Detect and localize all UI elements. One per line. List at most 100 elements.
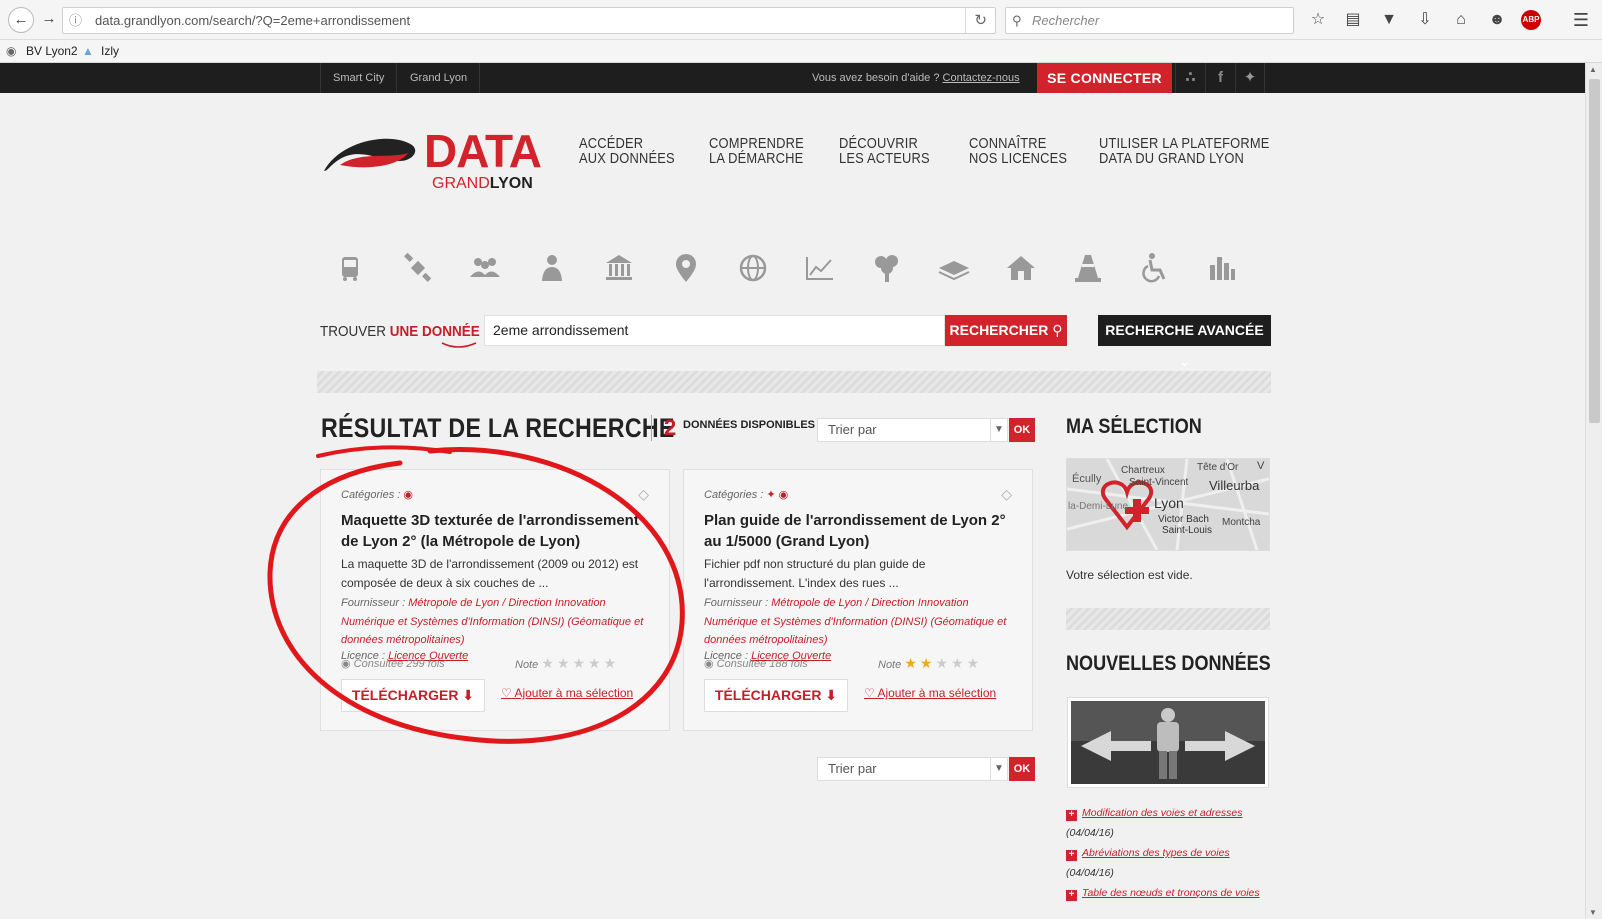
reload-icon[interactable]: ↻ [965,8,987,33]
home-icon[interactable] [1004,251,1038,285]
line-chart-icon[interactable] [803,251,837,285]
scroll-up-icon[interactable]: ▲ [1589,65,1597,74]
contact-link[interactable]: Contactez-nous [943,72,1020,84]
bus-icon[interactable] [333,251,367,285]
nav-comprendre-demarche[interactable]: COMPRENDRE LA DÉMARCHE [709,136,804,166]
scroll-thumb[interactable] [1589,79,1600,423]
menu-icon[interactable]: ☰ [1569,8,1593,32]
news-image[interactable] [1067,697,1269,788]
chevron-down-icon: ⌄ [1178,353,1191,369]
rss-icon[interactable]: ∴ [1175,63,1205,93]
rating-stars: ★★★★★ [541,655,619,671]
hatched-divider [1066,608,1270,630]
crossroads-photo [1071,701,1265,784]
map-pin-icon[interactable] [669,251,703,285]
download-button[interactable]: TÉLÉCHARGER ⬇ [704,679,848,712]
satellite-icon[interactable] [401,251,435,285]
heart-plus-icon: ♡ [501,686,512,700]
browser-toolbar: ← → ⓘ data.grandlyon.com/search/?Q=2eme+… [0,0,1602,40]
search-button[interactable]: RECHERCHER ⚲ [945,315,1067,346]
news-date: (04/04/16) [1066,827,1114,839]
bookmark-izly[interactable]: Izly [101,40,119,62]
chat-icon[interactable]: ☻ [1485,8,1509,32]
bookmark-bv-lyon2[interactable]: BV Lyon2 [26,40,78,62]
url-text: data.grandlyon.com/search/?Q=2eme+arrond… [95,13,411,28]
result-provider: Fournisseur : Métropole de Lyon / Direct… [704,597,1007,646]
chevron-down-icon: ▼ [990,758,1007,780]
browser-search-input[interactable]: ⚲ Rechercher [1005,7,1294,34]
sort-select-top[interactable]: Trier par ▼ [817,418,1008,442]
home-icon[interactable]: ⌂ [1449,8,1473,32]
result-card[interactable]: Catégories : ◉ ◇ Maquette 3D texturée de… [320,469,670,731]
accessibility-icon[interactable] [1138,251,1172,285]
back-arrow-icon[interactable]: ← [8,7,34,33]
result-card[interactable]: Catégories : ✦ ◉ ◇ Plan guide de l'arron… [683,469,1033,731]
nav-utiliser-plateforme[interactable]: UTILISER LA PLATEFORME DATA DU GRAND LYON [1099,136,1270,166]
result-views: ◉ Consultée 299 fois [341,658,445,670]
data-grandlyon-logo[interactable]: DATA GRANDLYON [320,127,542,201]
people-group-icon[interactable] [468,251,502,285]
satellite-icon: ✦ [766,489,776,501]
result-rating[interactable]: Note ★★★★★ [515,655,619,672]
result-title[interactable]: Plan guide de l'arrondissement de Lyon 2… [704,510,1014,552]
star-empty-icon[interactable]: ★ [541,655,557,671]
news-item[interactable]: + Modification des voies et adresses [1066,807,1243,821]
bookmark-star-icon[interactable]: ☆ [1306,8,1330,32]
forward-arrow-icon[interactable]: → [36,7,62,33]
link-smart-city[interactable]: Smart City [320,63,398,93]
page-scrollbar[interactable]: ▲ ▼ [1585,63,1602,919]
star-empty-icon[interactable]: ★ [588,655,604,671]
nav-decouvrir-acteurs[interactable]: DÉCOUVRIR LES ACTEURS [839,136,930,166]
star-empty-icon[interactable]: ★ [935,655,951,671]
search-icon: ⚲ [1052,322,1063,338]
globe-icon[interactable] [736,251,770,285]
twitter-icon[interactable]: ✦ [1235,63,1265,93]
top-utility-bar: Smart City Grand Lyon Vous avez besoin d… [0,63,1585,93]
download-button[interactable]: TÉLÉCHARGER ⬇ [341,679,485,712]
star-empty-icon[interactable]: ★ [557,655,573,671]
star-empty-icon[interactable]: ★ [967,655,983,671]
star-empty-icon[interactable]: ★ [572,655,588,671]
facebook-icon[interactable]: f [1205,63,1235,93]
sort-ok-button-top[interactable]: OK [1009,418,1035,442]
tree-icon[interactable] [870,251,904,285]
nav-acceder-donnees[interactable]: ACCÉDER AUX DONNÉES [579,136,675,166]
scroll-down-icon[interactable]: ▼ [1589,908,1597,917]
nav-connaitre-licences[interactable]: CONNAÎTRE NOS LICENCES [969,136,1067,166]
news-item[interactable]: + Table des nœuds et tronçons de voies [1066,887,1260,901]
download-icon[interactable]: ⇩ [1413,8,1437,32]
star-filled-icon[interactable]: ★ [920,655,936,671]
add-to-selection-link[interactable]: ♡ Ajouter à ma sélection [864,686,996,700]
result-description: Fichier pdf non structuré du plan guide … [704,557,926,590]
reading-list-icon[interactable]: ▤ [1341,8,1365,32]
person-icon[interactable] [535,251,569,285]
pocket-icon[interactable]: ▼ [1377,8,1401,32]
star-empty-icon[interactable]: ★ [951,655,967,671]
map-label: V [1257,460,1265,472]
browser-search-placeholder: Rechercher [1032,13,1100,28]
adblock-icon[interactable]: ABP [1521,10,1541,30]
map-label: Montcha [1222,517,1261,528]
connect-button[interactable]: SE CONNECTER [1037,63,1172,93]
traffic-cone-icon[interactable] [1071,251,1105,285]
institution-icon[interactable] [602,251,636,285]
add-to-selection-link[interactable]: ♡ Ajouter à ma sélection [501,686,633,700]
star-filled-icon[interactable]: ★ [904,655,920,671]
bar-chart-icon[interactable] [1205,251,1239,285]
plus-icon: + [1066,850,1077,861]
layers-icon[interactable] [937,251,971,285]
map-label: Saint-Louis [1162,525,1213,536]
selection-title: MA SÉLECTION [1066,415,1202,438]
advanced-search-button[interactable]: RECHERCHE AVANCÉE ⌄ [1098,315,1271,369]
download-arrow-icon: ⬇ [825,687,838,703]
sort-ok-button-bottom[interactable]: OK [1009,757,1035,781]
star-empty-icon[interactable]: ★ [604,655,620,671]
news-item[interactable]: + Abréviations des types de voies [1066,847,1230,861]
result-title[interactable]: Maquette 3D texturée de l'arrondissement… [341,510,651,552]
address-bar[interactable]: ⓘ data.grandlyon.com/search/?Q=2eme+arro… [62,7,996,34]
sort-select-bottom[interactable]: Trier par ▼ [817,757,1008,781]
search-input[interactable]: 2eme arrondissement [484,315,945,346]
link-grand-lyon[interactable]: Grand Lyon [398,63,481,93]
info-icon[interactable]: ⓘ [69,8,82,33]
result-rating[interactable]: Note ★★★★★ [878,655,982,672]
